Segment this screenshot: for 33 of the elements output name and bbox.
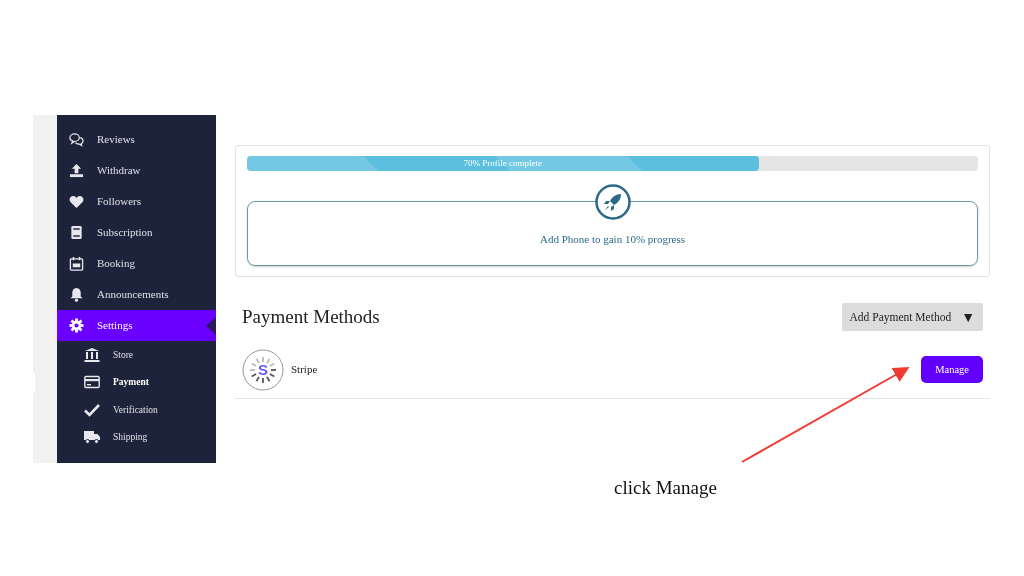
sidebar-item[interactable]: Subscription bbox=[57, 217, 216, 248]
sidebar-item[interactable]: Reviews bbox=[57, 124, 216, 155]
checkmark-icon bbox=[84, 402, 100, 417]
submenu-item[interactable]: Verification bbox=[57, 396, 216, 424]
gear-icon bbox=[69, 318, 84, 333]
heart-icon bbox=[69, 194, 84, 209]
payment-method-name: Stripe bbox=[291, 362, 319, 378]
sidebar-item[interactable]: Settings bbox=[57, 310, 216, 341]
sidebar-item[interactable]: Followers bbox=[57, 186, 216, 217]
annotation-text: click Manage bbox=[614, 476, 717, 500]
calendar-icon bbox=[69, 256, 84, 271]
hint-text: Add Phone to gain 10% progress bbox=[539, 231, 686, 247]
bank-icon bbox=[84, 347, 100, 362]
credit-card-icon bbox=[84, 375, 100, 390]
upload-icon bbox=[69, 163, 84, 178]
payment-logo: S bbox=[242, 348, 284, 391]
progress-fill: 70% Profile complete bbox=[247, 156, 759, 171]
truck-icon bbox=[84, 430, 100, 445]
active-pointer bbox=[206, 317, 216, 335]
submenu-item[interactable]: Payment bbox=[57, 368, 216, 396]
book-icon bbox=[69, 225, 84, 240]
speech-bubbles-icon bbox=[69, 132, 84, 147]
bell-icon bbox=[69, 287, 84, 302]
submenu-item[interactable]: Store bbox=[57, 341, 216, 369]
sidebar-item[interactable]: Announcements bbox=[57, 279, 216, 310]
section-title: Payment Methods bbox=[242, 305, 380, 329]
manage-button[interactable]: Manage bbox=[921, 356, 983, 383]
sidebar-item[interactable]: Booking bbox=[57, 248, 216, 279]
submenu-item[interactable]: Shipping bbox=[57, 423, 216, 451]
caret-icon: ▼ bbox=[961, 306, 975, 328]
add-payment-dropdown[interactable]: Add Payment Method ▼ bbox=[841, 303, 983, 332]
rocket-icon bbox=[594, 184, 631, 220]
sidebar-item[interactable]: Withdraw bbox=[57, 155, 216, 186]
